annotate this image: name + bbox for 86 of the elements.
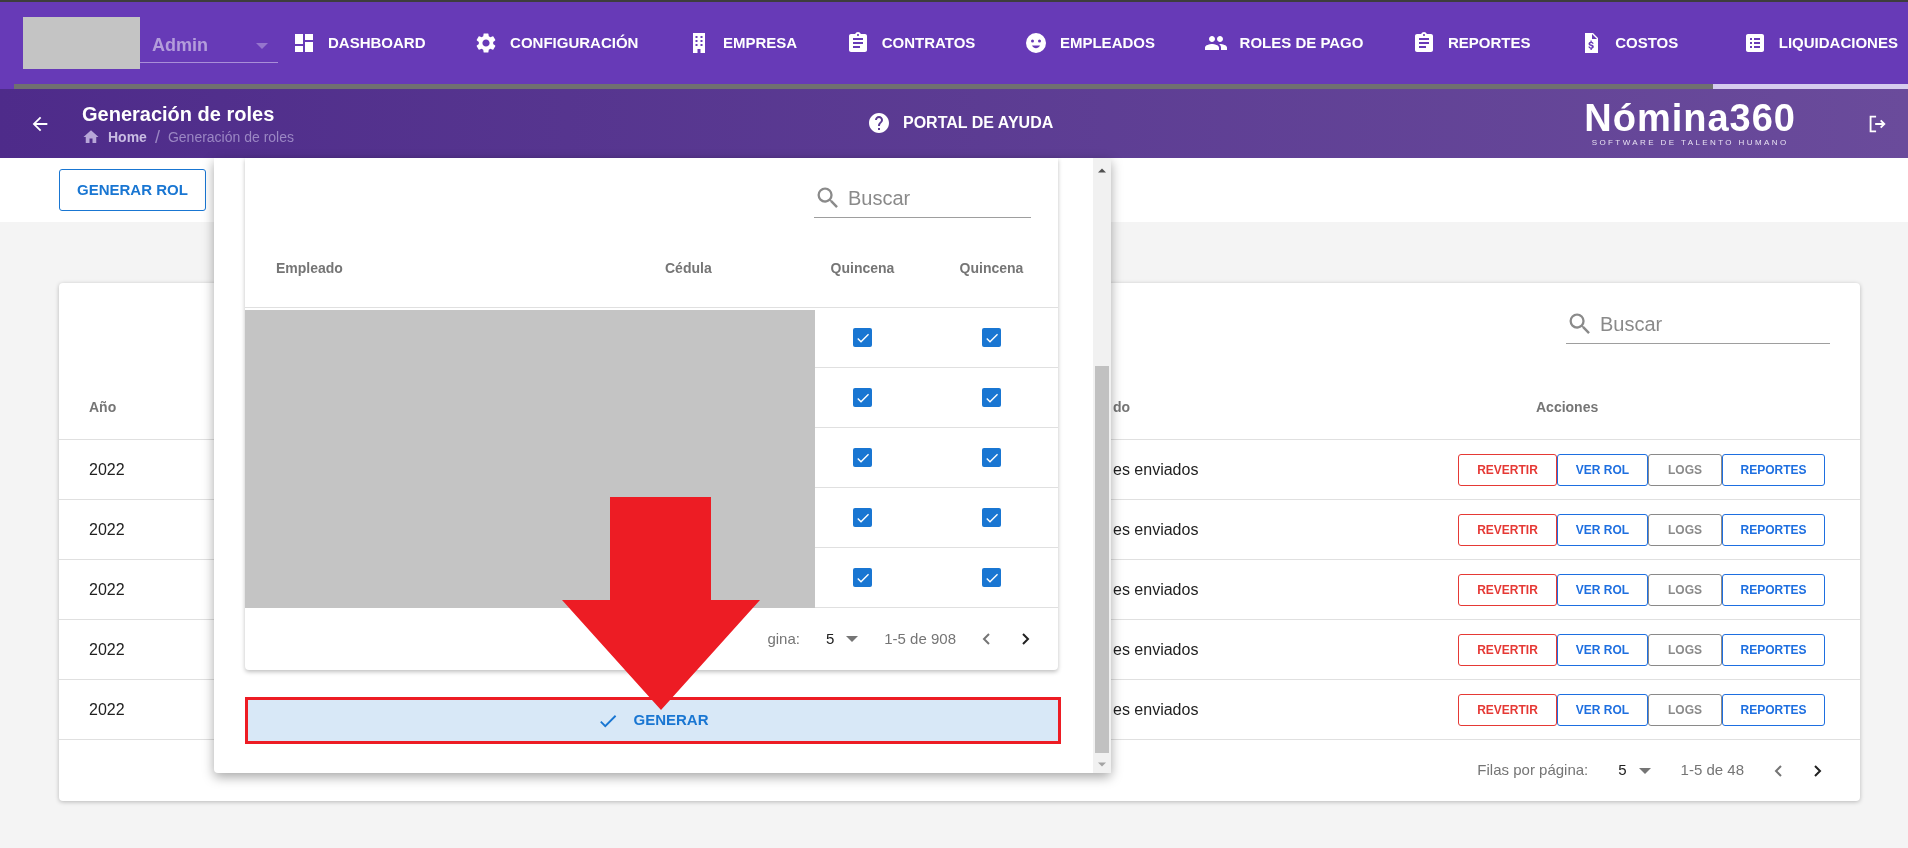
column-header: Acciones xyxy=(1536,398,1599,415)
column-header: Quincena xyxy=(959,260,1024,276)
rows-per-page-label: Filas por página: xyxy=(1477,760,1589,781)
table-cell-text: es enviados xyxy=(1113,519,1199,540)
previous-page-icon[interactable] xyxy=(982,633,991,645)
column-header: do xyxy=(1113,398,1131,415)
action-button[interactable]: REPORTES xyxy=(1722,513,1825,546)
action-button[interactable]: REPORTES xyxy=(1722,573,1825,606)
page-range: 1-5 de 48 xyxy=(1680,760,1744,781)
logo-wordmark: Nómina360 xyxy=(1584,98,1796,137)
checkbox[interactable] xyxy=(853,328,872,347)
search-field[interactable]: Buscar xyxy=(848,182,1031,213)
table-cell-text: es enviados xyxy=(1113,459,1199,480)
action-button[interactable]: VER ROL xyxy=(1557,633,1648,666)
caret-icon xyxy=(256,42,268,49)
logo-tagline: SOFTWARE DE TALENTO HUMANO xyxy=(1591,136,1789,149)
caret-icon xyxy=(1638,767,1651,774)
action-button[interactable]: REVERTIR xyxy=(1458,633,1557,666)
table-cell: 2022 xyxy=(89,640,125,658)
action-button[interactable]: REVERTIR xyxy=(1458,453,1557,486)
action-button[interactable]: VER ROL xyxy=(1557,513,1648,546)
checkbox[interactable] xyxy=(982,448,1001,467)
table-cell-text: es enviados xyxy=(1113,639,1199,660)
help-link[interactable]: PORTAL DE AYUDA xyxy=(903,111,1054,135)
rows-per-page-select[interactable]: 5 xyxy=(825,627,859,651)
action-button[interactable]: REPORTES xyxy=(1722,453,1825,486)
checkbox[interactable] xyxy=(853,388,872,407)
search-field[interactable]: Buscar xyxy=(1600,308,1830,339)
action-button[interactable]: LOGS xyxy=(1648,693,1722,726)
action-button[interactable]: REPORTES xyxy=(1722,633,1825,666)
scrollbar-thumb[interactable] xyxy=(1095,366,1109,753)
action-button[interactable]: REPORTES xyxy=(1722,693,1825,726)
page-title: Generación de roles xyxy=(82,101,276,127)
action-button[interactable]: LOGS xyxy=(1648,513,1722,546)
action-button[interactable]: REVERTIR xyxy=(1458,513,1557,546)
page-range: 1-5 de 908 xyxy=(884,628,956,649)
nav-tab[interactable]: EMPLEADOS xyxy=(1009,2,1169,89)
generate-button[interactable]: GENERAR xyxy=(248,700,1058,741)
next-page-icon[interactable] xyxy=(1813,764,1822,777)
checkbox[interactable] xyxy=(982,388,1001,407)
action-button[interactable]: LOGS xyxy=(1648,573,1722,606)
table-cell-text: es enviados xyxy=(1113,579,1199,600)
column-header: Cédula xyxy=(665,260,712,276)
rows-per-page-select[interactable]: 5 xyxy=(1618,759,1651,782)
action-button[interactable]: LOGS xyxy=(1648,633,1722,666)
user-select[interactable]: Admin xyxy=(140,29,278,63)
action-button[interactable]: REVERTIR xyxy=(1458,693,1557,726)
scroll-down-icon[interactable] xyxy=(1098,762,1106,767)
nav-tab[interactable]: ROLES DE PAGO xyxy=(1189,2,1378,89)
column-header: Año xyxy=(89,398,117,415)
action-button[interactable]: VER ROL xyxy=(1557,573,1648,606)
nav-tab[interactable]: EMPRESA xyxy=(673,2,812,89)
checkbox[interactable] xyxy=(982,328,1001,347)
face-icon xyxy=(1023,31,1048,55)
dashboard-icon xyxy=(292,31,316,55)
breadcrumb-current: Generación de roles xyxy=(167,127,294,147)
previous-page-icon[interactable] xyxy=(1774,764,1783,777)
action-button[interactable]: LOGS xyxy=(1648,453,1722,486)
column-header: Quincena xyxy=(830,260,895,276)
checkbox[interactable] xyxy=(982,568,1001,587)
column-header: Empleado xyxy=(276,260,343,276)
scroll-up-icon[interactable] xyxy=(1098,168,1106,173)
table-cell: 2022 xyxy=(89,460,125,478)
generate-role-button[interactable]: GENERAR ROL xyxy=(59,169,206,211)
table-cell: 2022 xyxy=(89,700,125,718)
next-page-icon[interactable] xyxy=(1021,633,1030,645)
breadcrumb-link[interactable]: Home xyxy=(108,126,147,147)
nav-tab[interactable]: CONTRATOS xyxy=(831,2,990,89)
checkbox[interactable] xyxy=(853,508,872,527)
action-button[interactable]: VER ROL xyxy=(1557,693,1648,726)
nav-tab[interactable]: DASHBOARD xyxy=(278,2,440,89)
breadcrumb-separator: / xyxy=(154,126,160,147)
checkbox[interactable] xyxy=(853,448,872,467)
table-cell: 2022 xyxy=(89,580,125,598)
rows-per-page-label: gina: xyxy=(767,628,800,649)
table-cell-text: es enviados xyxy=(1113,699,1199,720)
checkbox[interactable] xyxy=(853,568,872,587)
action-button[interactable]: VER ROL xyxy=(1557,453,1648,486)
caret-icon xyxy=(846,636,859,642)
nav-tab[interactable]: REPORTES xyxy=(1398,2,1545,89)
help-icon xyxy=(867,111,891,135)
nav-tab[interactable]: CONFIGURACIÓN xyxy=(460,2,653,89)
nav-tab[interactable]: COSTOS xyxy=(1565,2,1693,89)
action-button[interactable]: REVERTIR xyxy=(1458,573,1557,606)
table-cell: 2022 xyxy=(89,520,125,538)
checkbox[interactable] xyxy=(982,508,1001,527)
